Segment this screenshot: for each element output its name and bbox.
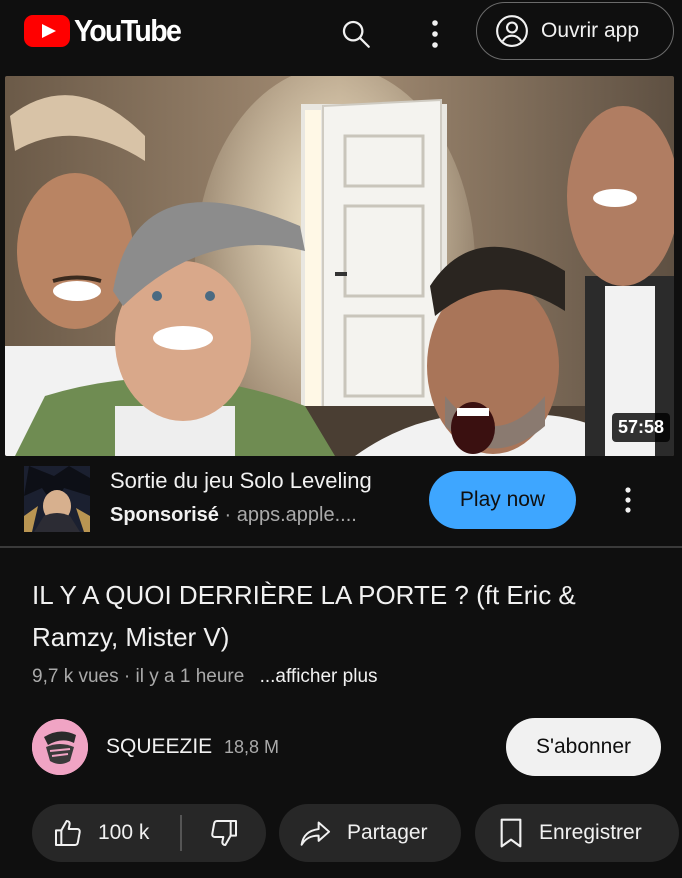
- subscribe-button[interactable]: S'abonner: [506, 718, 661, 776]
- like-dislike-group: 100 k: [32, 804, 266, 862]
- ad-game-artwork: [24, 466, 90, 532]
- more-vertical-icon: [432, 20, 438, 48]
- top-app-bar: YouTube Ouvrir app: [0, 0, 682, 70]
- youtube-logo[interactable]: YouTube: [24, 13, 189, 48]
- show-more-link[interactable]: ...afficher plus: [260, 666, 378, 687]
- channel-avatar[interactable]: [32, 719, 88, 775]
- video-title[interactable]: IL Y A QUOI DERRIÈRE LA PORTE ? (ft Eric…: [32, 574, 652, 658]
- ad-domain: apps.apple....: [236, 504, 357, 526]
- ad-thumbnail[interactable]: [24, 466, 90, 532]
- channel-logo-icon: [32, 719, 88, 775]
- view-count: 9,7 k vues: [32, 666, 119, 687]
- ad-divider: [0, 546, 682, 548]
- upload-age: il y a 1 heure: [135, 666, 245, 687]
- open-app-label: Ouvrir app: [541, 19, 640, 42]
- subscriber-count: 18,8 M: [224, 737, 280, 757]
- sponsored-label: Sponsorisé: [110, 504, 219, 526]
- share-arrow-icon: [300, 821, 331, 846]
- thumbs-down-icon: [210, 820, 237, 846]
- search-button[interactable]: [334, 12, 378, 56]
- open-app-button[interactable]: Ouvrir app: [476, 2, 674, 60]
- ad-more-options-button[interactable]: [610, 478, 646, 522]
- like-count: 100 k: [98, 821, 150, 844]
- sponsored-ad[interactable]: Sortie du jeu Solo Leveling Sponsorisé ·…: [0, 456, 682, 546]
- share-button[interactable]: Partager: [279, 804, 461, 862]
- ad-meta-separator: ·: [224, 504, 232, 526]
- like-button[interactable]: 100 k: [32, 804, 180, 862]
- search-icon: [342, 20, 370, 48]
- save-label: Enregistrer: [539, 821, 642, 844]
- bookmark-icon: [500, 818, 522, 848]
- save-button[interactable]: Enregistrer: [475, 804, 679, 862]
- more-vertical-icon: [625, 487, 631, 513]
- play-now-button[interactable]: Play now: [429, 471, 576, 529]
- account-circle-icon: [496, 15, 528, 47]
- dislike-button[interactable]: [182, 804, 266, 862]
- video-thumbnail[interactable]: 57:58: [5, 76, 674, 456]
- thumbs-up-icon: [55, 820, 81, 846]
- meta-separator: ·: [123, 666, 136, 687]
- more-options-button[interactable]: [413, 12, 457, 56]
- channel-name[interactable]: SQUEEZIE: [106, 735, 212, 759]
- video-meta[interactable]: 9,7 k vues · il y a 1 heure ...afficher …: [32, 666, 378, 688]
- ad-meta: Sponsorisé · apps.apple....: [110, 504, 357, 527]
- share-label: Partager: [347, 821, 428, 844]
- youtube-play-logo-icon: [24, 15, 70, 47]
- thumbnail-image: [5, 76, 674, 456]
- ad-title: Sortie du jeu Solo Leveling: [110, 468, 372, 493]
- video-duration-badge: 57:58: [611, 413, 670, 442]
- youtube-logo-text: YouTube: [74, 13, 182, 48]
